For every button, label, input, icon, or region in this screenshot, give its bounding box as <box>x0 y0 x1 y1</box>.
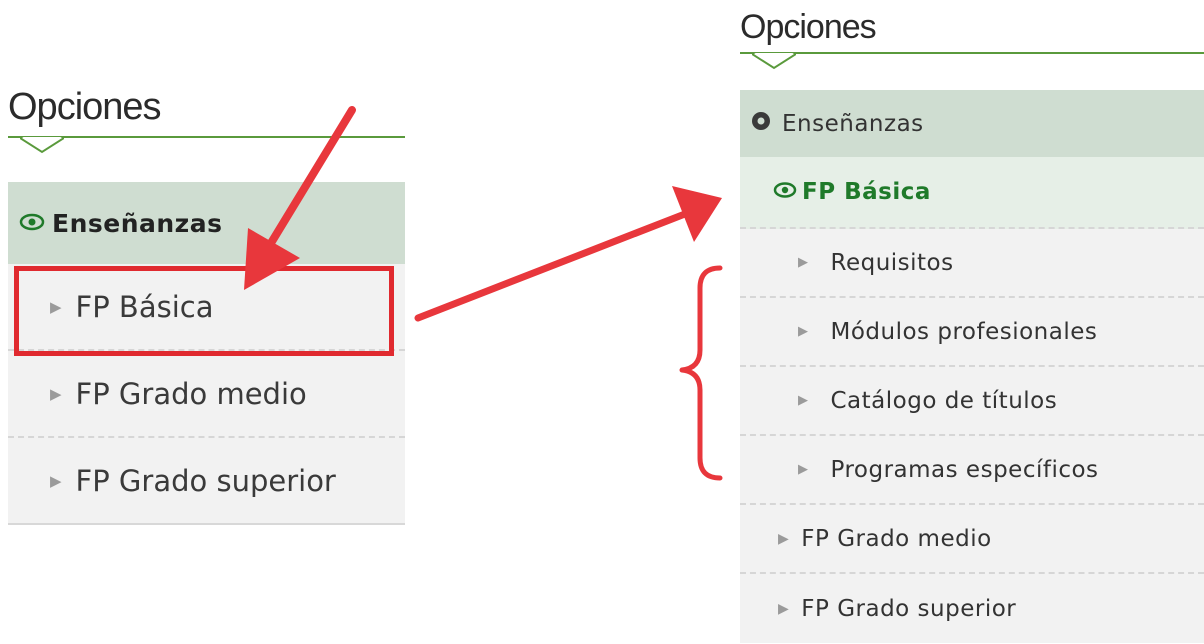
eye-icon <box>18 209 46 238</box>
right-item-fp-grado-superior[interactable]: ▶ FP Grado superior <box>740 574 1204 643</box>
right-item-label: FP Grado medio <box>801 525 992 552</box>
eye-icon <box>772 179 798 205</box>
right-subitem-label: Catálogo de títulos <box>830 387 1058 414</box>
dark-circle-icon <box>750 110 772 138</box>
highlight-box-annotation <box>14 266 394 356</box>
right-item-fp-grado-medio[interactable]: ▶ FP Grado medio <box>740 505 1204 574</box>
left-heading-rule <box>8 136 405 138</box>
triangle-right-icon: ▶ <box>798 255 809 270</box>
right-section-label: Enseñanzas <box>782 110 924 137</box>
triangle-right-icon: ▶ <box>50 471 62 490</box>
triangle-right-icon: ▶ <box>50 384 62 403</box>
right-options-heading: Opciones <box>740 8 877 46</box>
left-options-heading: Opciones <box>8 86 162 128</box>
right-item-label: FP Grado superior <box>801 595 1017 622</box>
curly-brace-annotation <box>679 265 723 481</box>
triangle-right-icon: ▶ <box>798 393 809 408</box>
right-heading-rule <box>740 52 1204 54</box>
left-section-ensenanzas[interactable]: Enseñanzas <box>8 182 405 264</box>
left-item-label: FP Grado medio <box>75 376 307 411</box>
right-subitem-catalogo-de-titulos[interactable]: ▶ Catálogo de títulos <box>740 367 1204 436</box>
right-subitem-label: Programas específicos <box>830 456 1099 483</box>
right-subitem-modulos-profesionales[interactable]: ▶ Módulos profesionales <box>740 298 1204 367</box>
triangle-right-icon: ▶ <box>778 530 790 547</box>
triangle-right-icon: ▶ <box>798 324 809 339</box>
arrow-right-annotation <box>414 186 722 322</box>
right-subitem-label: Módulos profesionales <box>830 318 1098 345</box>
left-item-label: FP Grado superior <box>75 463 336 498</box>
right-sidebar-menu: Enseñanzas FP Básica ▶ Requisitos ▶ Módu… <box>740 90 1204 643</box>
right-subitem-requisitos[interactable]: ▶ Requisitos <box>740 229 1204 298</box>
left-heading-notch <box>20 137 64 154</box>
right-item-fp-basica-active[interactable]: FP Básica <box>740 157 1204 229</box>
left-section-label: Enseñanzas <box>52 208 223 238</box>
left-item-fp-grado-superior[interactable]: ▶ FP Grado superior <box>8 438 405 525</box>
right-subitem-programas-especificos[interactable]: ▶ Programas específicos <box>740 436 1204 505</box>
right-section-ensenanzas[interactable]: Enseñanzas <box>740 90 1204 157</box>
right-active-label: FP Básica <box>802 179 931 205</box>
triangle-right-icon: ▶ <box>778 600 790 617</box>
right-heading-notch <box>752 53 796 70</box>
triangle-right-icon: ▶ <box>798 462 809 477</box>
right-subitem-label: Requisitos <box>830 249 954 276</box>
left-item-fp-grado-medio[interactable]: ▶ FP Grado medio <box>8 351 405 438</box>
